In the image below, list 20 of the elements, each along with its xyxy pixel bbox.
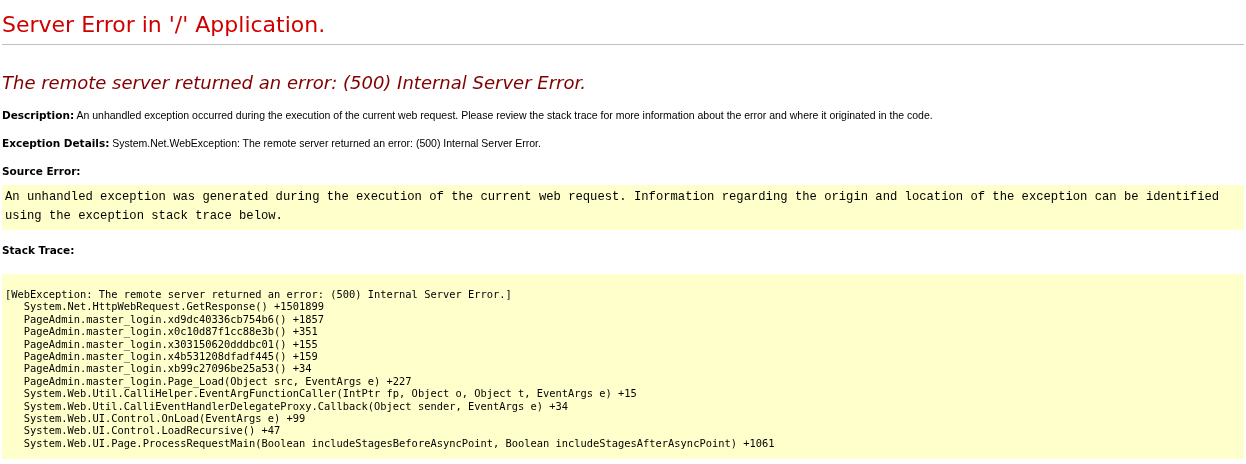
stack-trace-line: System.Web.Util.CalliHelper.EventArgFunctionCaller(IntPtr fp, Object o, Object t, EventArgs e) +15 (22, 387, 638, 400)
description-text: Description: An unhandled exception occurred during the execution of the current web request. Please review the stack trace for more information about the error and where it originated in the code. (2, 108, 934, 123)
stack-trace-line: System.Net.HttpWebRequest.GetResponse() +1501899 (22, 300, 326, 313)
stack-trace-line: System.Web.UI.Control.LoadRecursive() +47 (22, 424, 282, 437)
page-title: Server Error in '/' Application. (2, 11, 327, 39)
stack-trace-line: [WebException: The remote server returned an error: (500) Internal Server Error.] (5, 288, 513, 301)
error-heading: The remote server returned an error: (500) Internal Server Error. (2, 71, 587, 95)
exception-details-text: Exception Details: System.Net.WebException: The remote server returned an error: (500) Internal Server Error. (2, 136, 542, 151)
stack-trace-line: PageAdmin.master_login.x4b531208dfadf445() +159 (22, 350, 319, 363)
stack-trace-line: System.Web.UI.Page.ProcessRequestMain(Boolean includeStagesBeforeAsyncPoint, Boolean includeStagesAfterAsyncPoint) +1061 (22, 436, 776, 450)
stack-trace-line: System.Web.UI.Control.OnLoad(EventArgs e) +99 (22, 412, 307, 425)
source-error-text: An unhandled exception was generated during the execution of the current web request. Information regarding the origin and location of the exception can be identified using the exception stack trace below. (5, 189, 1221, 225)
stack-trace-line: PageAdmin.master_login.x303150620dddbc01() +155 (22, 337, 319, 351)
stack-trace-line: PageAdmin.master_login.Page_Load(Object src, EventArgs e) +227 (22, 374, 413, 388)
stack-trace-line: PageAdmin.master_login.x0c10d87f1cc88e3b() +351 (22, 325, 319, 338)
stack-trace-line: System.Web.Util.CalliEventHandlerDelegateProxy.Callback(Object sender, EventArgs e) +34 (22, 399, 569, 413)
section-label: Stack Trace: (2, 243, 76, 258)
section-label: Source Error: (2, 164, 82, 179)
stack-trace-line: PageAdmin.master_login.xd9dc40336cb754b6() +1857 (22, 312, 326, 326)
stack-trace-line: PageAdmin.master_login.xb99c27096be25a53() +34 (22, 362, 313, 375)
